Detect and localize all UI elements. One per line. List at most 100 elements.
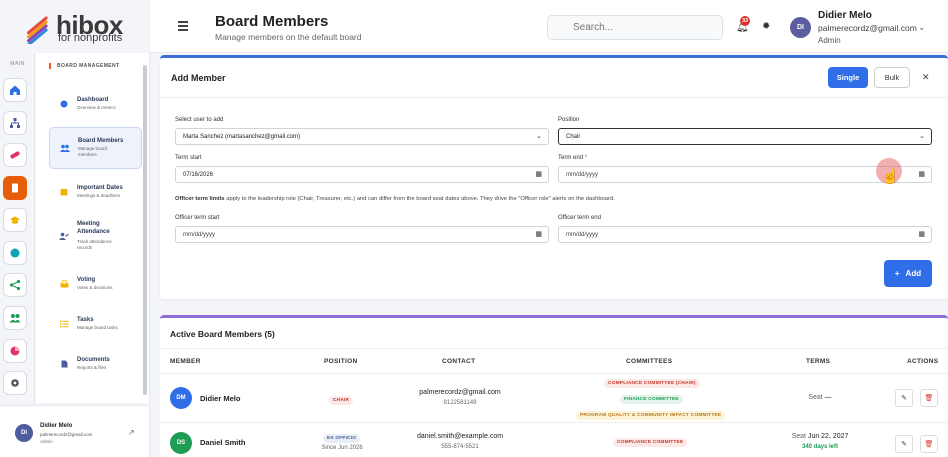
rail-people-button[interactable] [3, 306, 27, 330]
member-name[interactable]: Daniel Smith [200, 438, 245, 447]
single-mode-button[interactable]: Single [828, 67, 868, 88]
edit-icon[interactable]: ✎ [895, 389, 913, 407]
rail-education-button[interactable] [3, 208, 27, 232]
submenu-desc: Meetings & deadlines [77, 193, 121, 199]
position-since: Since Jun 2026 [321, 445, 363, 451]
bookmark-icon [12, 183, 18, 193]
officer-term-start-label: Officer term start [175, 215, 220, 221]
calendar-icon[interactable]: ▦ [535, 230, 542, 238]
people-icon [9, 314, 21, 323]
contact-email: daniel.smith@example.com [416, 433, 504, 440]
submenu-item-meeting-attendance[interactable]: Meeting Attendance Track attendance recor… [49, 215, 142, 257]
add-member-card: Add Member Single Bulk ✕ Select user to … [160, 55, 948, 299]
search-input[interactable] [547, 15, 723, 40]
trash-icon[interactable]: 🗑︎ [920, 435, 938, 453]
submenu-label: Tasks [77, 317, 94, 324]
header-user-role: Admin [818, 36, 841, 45]
member-name[interactable]: Didier Melo [200, 394, 240, 403]
settings-gear-icon[interactable]: ✹ [762, 21, 770, 32]
calendar-icon[interactable]: ▦ [535, 170, 542, 178]
submenu-desc: Reports & files [77, 365, 107, 371]
header-user-name[interactable]: Didier Melo [818, 10, 872, 21]
table-row[interactable]: DS Daniel Smith EX OFFICIO Since Jun 202… [160, 424, 948, 457]
edit-icon[interactable]: ✎ [895, 435, 913, 453]
users-icon [60, 143, 70, 153]
board-submenu: BOARD MANAGEMENT Dashboard Overview & met… [36, 53, 150, 403]
page-title: Board Members [215, 13, 329, 30]
calendar-icon[interactable]: ▦ [918, 230, 925, 238]
rail-org-chart-button[interactable] [3, 111, 27, 135]
officer-term-start-value: mm/dd/yyyy [183, 231, 216, 238]
globe-icon [10, 248, 20, 258]
submenu-label: Important Dates [77, 185, 123, 192]
sidebar-user-name: Didier Melo [40, 423, 73, 429]
column-header: POSITION [324, 358, 358, 365]
officer-term-end-value: mm/dd/yyyy [566, 231, 599, 238]
add-member-title: Add Member [171, 73, 226, 83]
committee-badge: COMPLIANCE COMMITTEE [613, 438, 688, 447]
header-user-email: palmerecordz@gmail.com [818, 23, 917, 33]
submenu-label: Dashboard [77, 97, 109, 104]
avatar[interactable]: DI [790, 17, 811, 38]
close-icon[interactable]: ✕ [922, 72, 930, 83]
rail-donations-button[interactable] [3, 143, 27, 167]
select-user-label: Select user to add [175, 117, 224, 123]
table-header: MEMBER POSITION CONTACT COMMITTEES TERMS… [160, 348, 948, 374]
chevron-down-icon: ⌄ [536, 133, 542, 140]
rail-board-button[interactable] [3, 176, 27, 200]
contact-phone: 555-874-5521 [441, 444, 479, 450]
logo[interactable]: hibox for nonprofits [22, 10, 132, 44]
chevron-down-icon[interactable]: ⌄ [918, 22, 926, 33]
dashboard-icon [59, 99, 69, 109]
term-end-value: mm/dd/yyyy [566, 171, 599, 178]
submenu-title: BOARD MANAGEMENT [49, 63, 120, 69]
members-table-card: Active Board Members (5) MEMBER POSITION… [160, 315, 948, 457]
term-start-label: Term start [175, 155, 202, 161]
rail-settings-button[interactable] [3, 371, 27, 395]
submenu-desc: Manage board tasks [77, 325, 118, 331]
column-header: COMMITTEES [626, 358, 673, 365]
add-member-button[interactable]: + Add [884, 260, 932, 287]
submenu-desc: Overview & metrics [77, 105, 116, 111]
position-badge: EX OFFICIO [323, 434, 361, 443]
hamburger-menu-icon[interactable] [178, 21, 188, 33]
rail-globe-button[interactable] [3, 241, 27, 265]
avatar[interactable]: DI [15, 424, 33, 442]
gear-icon [11, 379, 19, 387]
officer-term-end-field[interactable]: mm/dd/yyyy ▦ [558, 226, 932, 243]
top-header: Board Members Manage members on the defa… [150, 0, 948, 53]
rail-home-button[interactable] [3, 78, 27, 102]
position-dropdown[interactable]: Chair ⌄ [558, 128, 932, 145]
rail-share-button[interactable] [3, 273, 27, 297]
add-member-header: Add Member Single Bulk ✕ [160, 58, 948, 98]
submenu-scrollbar[interactable] [143, 65, 147, 395]
submenu-item-board-members[interactable]: Board Members Manage board members [49, 127, 142, 169]
trash-icon[interactable]: 🗑︎ [920, 389, 938, 407]
home-icon [10, 85, 20, 95]
term-start-date-field[interactable]: 07/16/2026 ▦ [175, 166, 549, 183]
days-left: 340 days left [801, 444, 839, 450]
committee-badge: FINANCE COMMITTEE [620, 395, 683, 404]
submenu-item-documents[interactable]: Documents Reports & files [49, 343, 142, 385]
chevron-down-icon: ⌄ [919, 133, 925, 140]
officer-term-start-field[interactable]: mm/dd/yyyy ▦ [175, 226, 549, 243]
submenu-item-voting[interactable]: Voting Votes & decisions [49, 263, 142, 305]
officer-term-end-label: Officer term end [558, 215, 601, 221]
submenu-desc: Track attendance records [77, 238, 112, 250]
submenu-item-dashboard[interactable]: Dashboard Overview & metrics [49, 83, 142, 125]
calendar-icon[interactable]: ▦ [918, 170, 925, 178]
submenu-label: Meeting Attendance [77, 221, 110, 236]
submenu-item-tasks[interactable]: Tasks Manage board tasks [49, 303, 142, 345]
icon-rail: MAIN [0, 53, 35, 405]
select-user-dropdown[interactable]: Marta Sanchez (martasanchez@gmail.com) ⌄ [175, 128, 549, 145]
document-icon [59, 359, 69, 369]
submenu-item-important-dates[interactable]: Important Dates Meetings & deadlines [49, 171, 142, 213]
submenu-label: Voting [77, 277, 96, 284]
table-row[interactable]: DM Didier Melo CHAIR palmerecordz@gmail.… [160, 375, 948, 423]
rail-reports-button[interactable] [3, 339, 27, 363]
user-check-icon [59, 231, 69, 241]
submenu-label: Board Members [78, 138, 124, 145]
external-link-icon[interactable]: ↗ [128, 428, 135, 437]
bulk-mode-button[interactable]: Bulk [874, 67, 910, 88]
logo-subtitle: for nonprofits [58, 32, 123, 44]
